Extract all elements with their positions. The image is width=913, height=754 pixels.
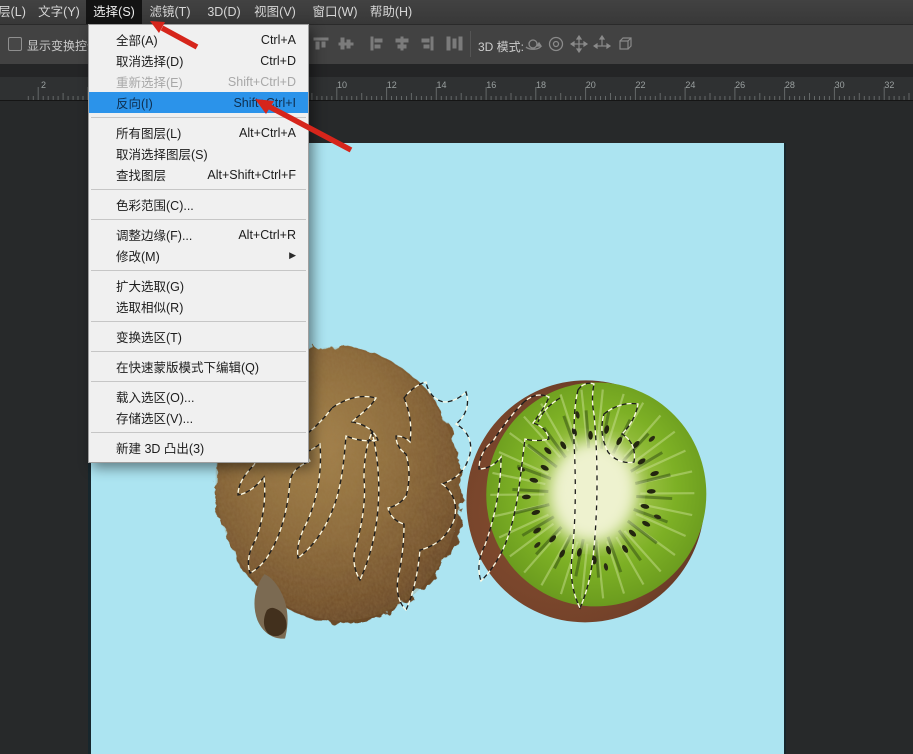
3d-pan-icon[interactable]	[570, 35, 589, 53]
menu-item-label: 载入选区(O)...	[116, 387, 194, 406]
ruler-label: 14	[437, 80, 447, 90]
menu-item-label: 所有图层(L)	[116, 123, 181, 142]
ruler-label: 20	[586, 80, 596, 90]
3d-orbit-icon[interactable]	[524, 35, 543, 53]
menu-separator	[91, 189, 306, 190]
menu-item-shortcut: Ctrl+D	[260, 54, 296, 68]
select-menu: 全部(A) Ctrl+A 取消选择(D) Ctrl+D 重新选择(E) Shift+Ctr…	[88, 24, 309, 463]
menubar-item[interactable]: 选择(S)	[86, 0, 142, 24]
menu-item[interactable]: 所有图层(L) Alt+Ctrl+A	[89, 122, 308, 143]
menu-item-shortcut: Alt+Ctrl+R	[238, 228, 296, 242]
menu-item-label: 选取相似(R)	[116, 297, 183, 316]
align-hcenter-icon[interactable]	[393, 35, 411, 52]
menu-item[interactable]: 反向(I) Shift+Ctrl+I	[89, 92, 308, 113]
menu-item-label: 色彩范围(C)...	[116, 195, 194, 214]
menubar-item[interactable]: 文字(Y)	[32, 0, 86, 24]
menu-item-label: 全部(A)	[116, 30, 158, 49]
submenu-arrow-icon: ▶	[289, 250, 296, 261]
align-vcenter-icon[interactable]	[337, 35, 355, 52]
menu-item-shortcut: Ctrl+A	[261, 33, 296, 47]
menu-item-shortcut: Shift+Ctrl+D	[228, 75, 296, 89]
menu-item-label: 调整边缘(F)...	[116, 225, 192, 244]
menu-item-shortcut: Shift+Ctrl+I	[233, 96, 296, 110]
menu-item[interactable]: 全部(A) Ctrl+A	[89, 29, 308, 50]
3d-mode-label: 3D 模式:	[478, 38, 524, 55]
menu-separator	[91, 381, 306, 382]
align-top-icon[interactable]	[312, 35, 330, 52]
show-transform-checkbox[interactable]	[8, 37, 22, 51]
3d-scale-icon[interactable]	[616, 35, 635, 53]
ruler-label: 28	[785, 80, 795, 90]
3d-roll-icon[interactable]	[547, 35, 566, 53]
menu-item[interactable]: 取消选择图层(S)	[89, 143, 308, 164]
options-divider	[470, 31, 471, 57]
ruler-label: 26	[735, 80, 745, 90]
photoshop-window: 层(L)文字(Y)选择(S)滤镜(T)3D(D)视图(V)窗口(W)帮助(H) …	[0, 0, 913, 754]
menu-item[interactable]: 修改(M) ▶	[89, 245, 308, 266]
ruler-label: 12	[387, 80, 397, 90]
menu-item-label: 重新选择(E)	[116, 72, 183, 91]
menu-separator	[91, 351, 306, 352]
ruler-label: 10	[337, 80, 347, 90]
menu-item[interactable]: 色彩范围(C)...	[89, 194, 308, 215]
menubar-item[interactable]: 窗口(W)	[306, 0, 364, 24]
menubar-item[interactable]: 层(L)	[0, 0, 30, 24]
menu-item[interactable]: 在快速蒙版模式下编辑(Q)	[89, 356, 308, 377]
menu-item-label: 取消选择(D)	[116, 51, 183, 70]
menu-item[interactable]: 选取相似(R)	[89, 296, 308, 317]
ruler-label: 18	[536, 80, 546, 90]
align-left-icon[interactable]	[368, 35, 386, 52]
distribute-icon[interactable]	[444, 35, 464, 52]
3d-slide-icon[interactable]	[593, 35, 612, 53]
menu-item-label: 存储选区(V)...	[116, 408, 193, 427]
menu-separator	[91, 219, 306, 220]
menu-item[interactable]: 取消选择(D) Ctrl+D	[89, 50, 308, 71]
menu-item-label: 修改(M)	[116, 246, 160, 265]
menu-item[interactable]: 载入选区(O)...	[89, 386, 308, 407]
menubar-item[interactable]: 视图(V)	[248, 0, 302, 24]
menu-item-label: 反向(I)	[116, 93, 153, 112]
menubar-item[interactable]: 帮助(H)	[364, 0, 418, 24]
menu-separator	[91, 270, 306, 271]
menu-item[interactable]: 扩大选取(G)	[89, 275, 308, 296]
menu-separator	[91, 321, 306, 322]
ruler-label: 16	[486, 80, 496, 90]
menu-separator	[91, 117, 306, 118]
menubar-item[interactable]: 滤镜(T)	[142, 0, 198, 24]
menu-item-label: 新建 3D 凸出(3)	[116, 438, 204, 457]
menu-item[interactable]: 存储选区(V)...	[89, 407, 308, 428]
ruler-label: 22	[636, 80, 646, 90]
ruler-label: 32	[884, 80, 894, 90]
ruler-label: 2	[41, 80, 46, 90]
menu-bar: 层(L)文字(Y)选择(S)滤镜(T)3D(D)视图(V)窗口(W)帮助(H)	[0, 0, 913, 25]
align-right-icon[interactable]	[418, 35, 436, 52]
menu-separator	[91, 432, 306, 433]
menu-item-label: 在快速蒙版模式下编辑(Q)	[116, 357, 259, 376]
menu-item-shortcut: Alt+Ctrl+A	[239, 126, 296, 140]
menu-item-label: 变换选区(T)	[116, 327, 182, 346]
menu-item: 重新选择(E) Shift+Ctrl+D	[89, 71, 308, 92]
menu-item[interactable]: 调整边缘(F)... Alt+Ctrl+R	[89, 224, 308, 245]
menu-item[interactable]: 查找图层 Alt+Shift+Ctrl+F	[89, 164, 308, 185]
menu-item-label: 取消选择图层(S)	[116, 144, 208, 163]
menu-item-label: 扩大选取(G)	[116, 276, 184, 295]
menu-item[interactable]: 新建 3D 凸出(3)	[89, 437, 308, 458]
menubar-item[interactable]: 3D(D)	[200, 0, 248, 24]
ruler-label: 30	[835, 80, 845, 90]
menu-item[interactable]: 变换选区(T)	[89, 326, 308, 347]
menu-item-label: 查找图层	[116, 165, 166, 184]
menu-item-shortcut: Alt+Shift+Ctrl+F	[207, 168, 296, 182]
ruler-label: 24	[685, 80, 695, 90]
